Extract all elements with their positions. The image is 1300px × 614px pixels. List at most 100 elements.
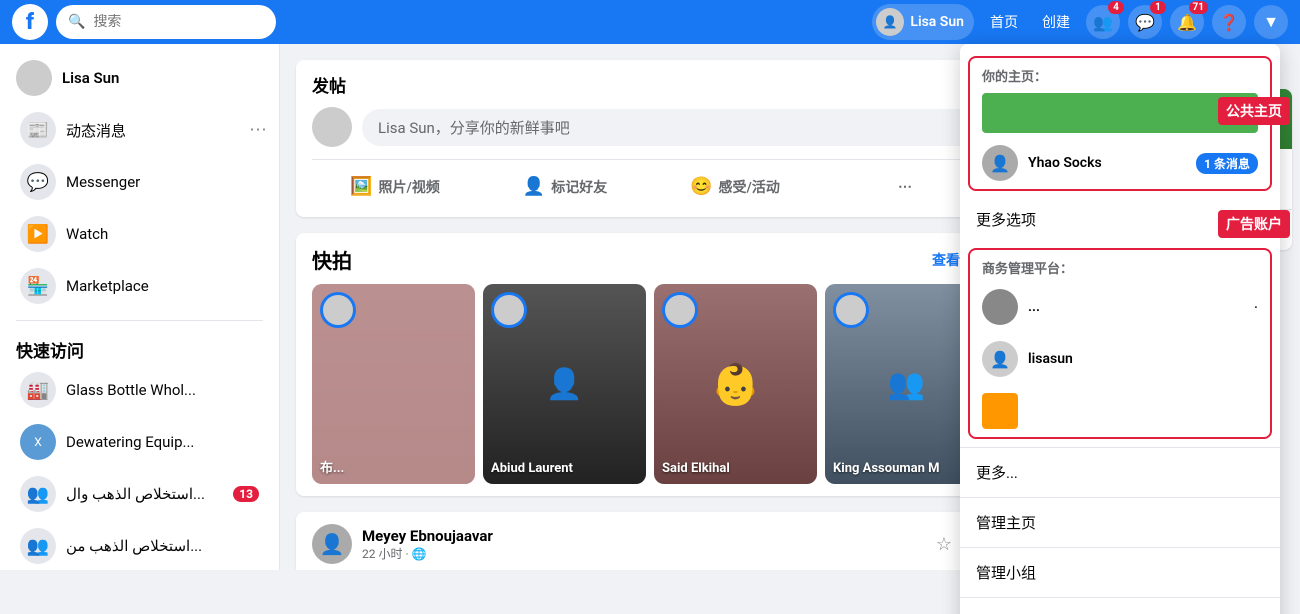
sidebar-item-label: Glass Bottle Whol... bbox=[66, 381, 196, 399]
user-chip[interactable]: 👤 Lisa Sun bbox=[872, 4, 974, 40]
annotation-ad-account: 广告账户 bbox=[1218, 210, 1290, 238]
notifications-icon[interactable]: 🔔 71 bbox=[1170, 5, 1204, 39]
search-bar[interactable]: 🔍 bbox=[56, 5, 276, 39]
business-status: · bbox=[1254, 298, 1258, 317]
story-card[interactable]: 👤 Abiud Laurent bbox=[483, 284, 646, 484]
business-platform-section: 商务管理平台： ... · 👤 lisasun bbox=[968, 248, 1272, 439]
more-dots-icon[interactable]: ⋯ bbox=[249, 120, 267, 141]
dropdown-lisasun-item[interactable]: 👤 lisasun bbox=[970, 333, 1270, 385]
story-name: 布... bbox=[320, 457, 467, 476]
dropdown-arrow-icon[interactable]: ▼ bbox=[1254, 5, 1288, 39]
bookmark-icon[interactable]: ☆ bbox=[936, 534, 952, 555]
composer-top: Lisa Sun，分享你的新鲜事吧 bbox=[312, 107, 988, 147]
avatar: 👤 bbox=[876, 8, 904, 36]
story-avatar bbox=[833, 292, 869, 328]
feeling-button[interactable]: 😊 感受/活动 bbox=[652, 168, 818, 205]
feeling-icon: 😊 bbox=[690, 176, 712, 197]
sidebar-item-marketplace[interactable]: 🏪 Marketplace bbox=[4, 260, 275, 312]
your-pages-title: 你的主页： bbox=[970, 58, 1270, 89]
dropdown-business-item[interactable]: ... · bbox=[970, 281, 1270, 333]
newsfeed-icon: 📰 bbox=[20, 112, 56, 148]
account-dropdown: 你的主页： 👤 Yhao Socks 1 条消息 更多选项 商务管理平台： ..… bbox=[960, 44, 1280, 614]
sidebar-item-label: Dewatering Equip... bbox=[66, 433, 194, 451]
story-name: Said Elkihal bbox=[662, 461, 809, 476]
avatar bbox=[16, 60, 52, 96]
sidebar-item-watch[interactable]: ▶️ Watch bbox=[4, 208, 275, 260]
sidebar-item-glass-bottle[interactable]: 🏭 Glass Bottle Whol... bbox=[4, 364, 275, 416]
nav-create[interactable]: 创建 bbox=[1034, 8, 1078, 36]
business-title: 商务管理平台： bbox=[970, 250, 1270, 281]
manage-page-item[interactable]: 管理主页 bbox=[960, 502, 1280, 543]
watch-icon: ▶️ bbox=[20, 216, 56, 252]
privacy-icon: · 🌐 bbox=[405, 547, 426, 561]
sidebar-item-label: Messenger bbox=[66, 173, 140, 191]
help-icon[interactable]: ❓ bbox=[1212, 5, 1246, 39]
nav-home[interactable]: 首页 bbox=[982, 8, 1026, 36]
annotation-public-page: 公共主页 bbox=[1218, 97, 1290, 125]
dropdown-page-item[interactable]: 👤 Yhao Socks 1 条消息 bbox=[970, 137, 1270, 189]
sidebar-item-label: استخلاص الذهب من... bbox=[66, 537, 202, 555]
unread-badge: 13 bbox=[233, 486, 259, 502]
sidebar-item-messenger[interactable]: 💬 Messenger bbox=[4, 156, 275, 208]
page-cover-preview bbox=[982, 93, 1258, 133]
photo-label: 照片/视频 bbox=[379, 177, 440, 197]
lisasun-avatar: 👤 bbox=[982, 341, 1018, 377]
sidebar-user[interactable]: Lisa Sun bbox=[0, 52, 279, 104]
sidebar-item-label: Watch bbox=[66, 225, 108, 243]
feeling-label: 感受/活动 bbox=[719, 177, 780, 197]
story-name: King Assouman M bbox=[833, 461, 980, 476]
sidebar-item-label: Marketplace bbox=[66, 277, 149, 295]
post-meta: Meyey Ebnoujaavar 22 小时 · 🌐 bbox=[362, 527, 926, 562]
message-badge: 1 条消息 bbox=[1196, 153, 1258, 174]
sidebar-item-arabic2[interactable]: 👥 استخلاص الذهب من... bbox=[4, 520, 275, 570]
page-name: Yhao Socks bbox=[1028, 155, 1102, 171]
story-card[interactable]: 👶 Said Elkihal bbox=[654, 284, 817, 484]
photo-video-button[interactable]: 🖼️ 照片/视频 bbox=[312, 168, 478, 205]
messages-icon[interactable]: 💬 1 bbox=[1128, 5, 1162, 39]
quick-access-title: 快速访问 bbox=[0, 329, 279, 364]
sidebar-item-newsfeed[interactable]: 📰 动态消息 ⋯ bbox=[4, 104, 275, 156]
facebook-logo: f bbox=[12, 4, 48, 40]
story-avatar bbox=[320, 292, 356, 328]
business-name: ... bbox=[1028, 299, 1040, 315]
post-header: 👤 Meyey Ebnoujaavar 22 小时 · 🌐 ☆ ⋯ bbox=[312, 524, 988, 564]
search-input[interactable] bbox=[93, 14, 264, 30]
post-author: Meyey Ebnoujaavar bbox=[362, 527, 926, 545]
more-dots-icon: ⋯ bbox=[898, 179, 912, 195]
more-menu-item[interactable]: 更多... bbox=[960, 452, 1280, 493]
business-avatar bbox=[982, 289, 1018, 325]
stories-header: 快拍 查看全部 bbox=[312, 245, 988, 274]
ad-avatar bbox=[982, 393, 1018, 429]
tag-friends-button[interactable]: 👤 标记好友 bbox=[482, 168, 648, 205]
divider bbox=[960, 447, 1280, 448]
stories-section: 快拍 查看全部 布... 👤 Abiud Laurent 👶 Said E bbox=[296, 233, 1004, 496]
friends-badge: 4 bbox=[1108, 1, 1124, 14]
dropdown-orange-item[interactable] bbox=[970, 385, 1270, 437]
composer-title: 发帖 bbox=[312, 72, 988, 97]
divider bbox=[960, 547, 1280, 548]
friends-icon[interactable]: 👥 4 bbox=[1086, 5, 1120, 39]
lisasun-name: lisasun bbox=[1028, 351, 1073, 367]
sidebar-item-dewatering[interactable]: X Dewatering Equip... bbox=[4, 416, 275, 468]
tag-label: 标记好友 bbox=[551, 177, 607, 197]
header: f 🔍 👤 Lisa Sun 首页 创建 👥 4 💬 1 🔔 71 ❓ ▼ bbox=[0, 0, 1300, 44]
group-icon: 🏭 bbox=[20, 372, 56, 408]
composer-actions: 🖼️ 照片/视频 👤 标记好友 😊 感受/活动 ⋯ bbox=[312, 159, 988, 205]
stories-grid: 布... 👤 Abiud Laurent 👶 Said Elkihal 👥 K bbox=[312, 284, 988, 484]
story-card[interactable]: 布... bbox=[312, 284, 475, 484]
group-icon: 👥 bbox=[20, 528, 56, 564]
group-icon: X bbox=[20, 424, 56, 460]
sidebar-username: Lisa Sun bbox=[62, 69, 119, 87]
marketplace-icon: 🏪 bbox=[20, 268, 56, 304]
feed: 发帖 Lisa Sun，分享你的新鲜事吧 🖼️ 照片/视频 👤 标记好友 😊 感… bbox=[280, 44, 1020, 570]
messages-badge: 1 bbox=[1150, 1, 1166, 14]
group-icon: 👥 bbox=[20, 476, 56, 512]
composer-input[interactable]: Lisa Sun，分享你的新鲜事吧 bbox=[362, 109, 988, 146]
sidebar: Lisa Sun 📰 动态消息 ⋯ 💬 Messenger ▶️ Watch 🏪… bbox=[0, 44, 280, 570]
sidebar-item-arabic1[interactable]: 👥 استخلاص الذهب وال... 13 bbox=[4, 468, 275, 520]
story-avatar bbox=[491, 292, 527, 328]
messenger-icon: 💬 bbox=[20, 164, 56, 200]
tag-icon: 👤 bbox=[523, 176, 545, 197]
page-avatar: 👤 bbox=[982, 145, 1018, 181]
sidebar-item-label: 动态消息 bbox=[66, 120, 126, 141]
